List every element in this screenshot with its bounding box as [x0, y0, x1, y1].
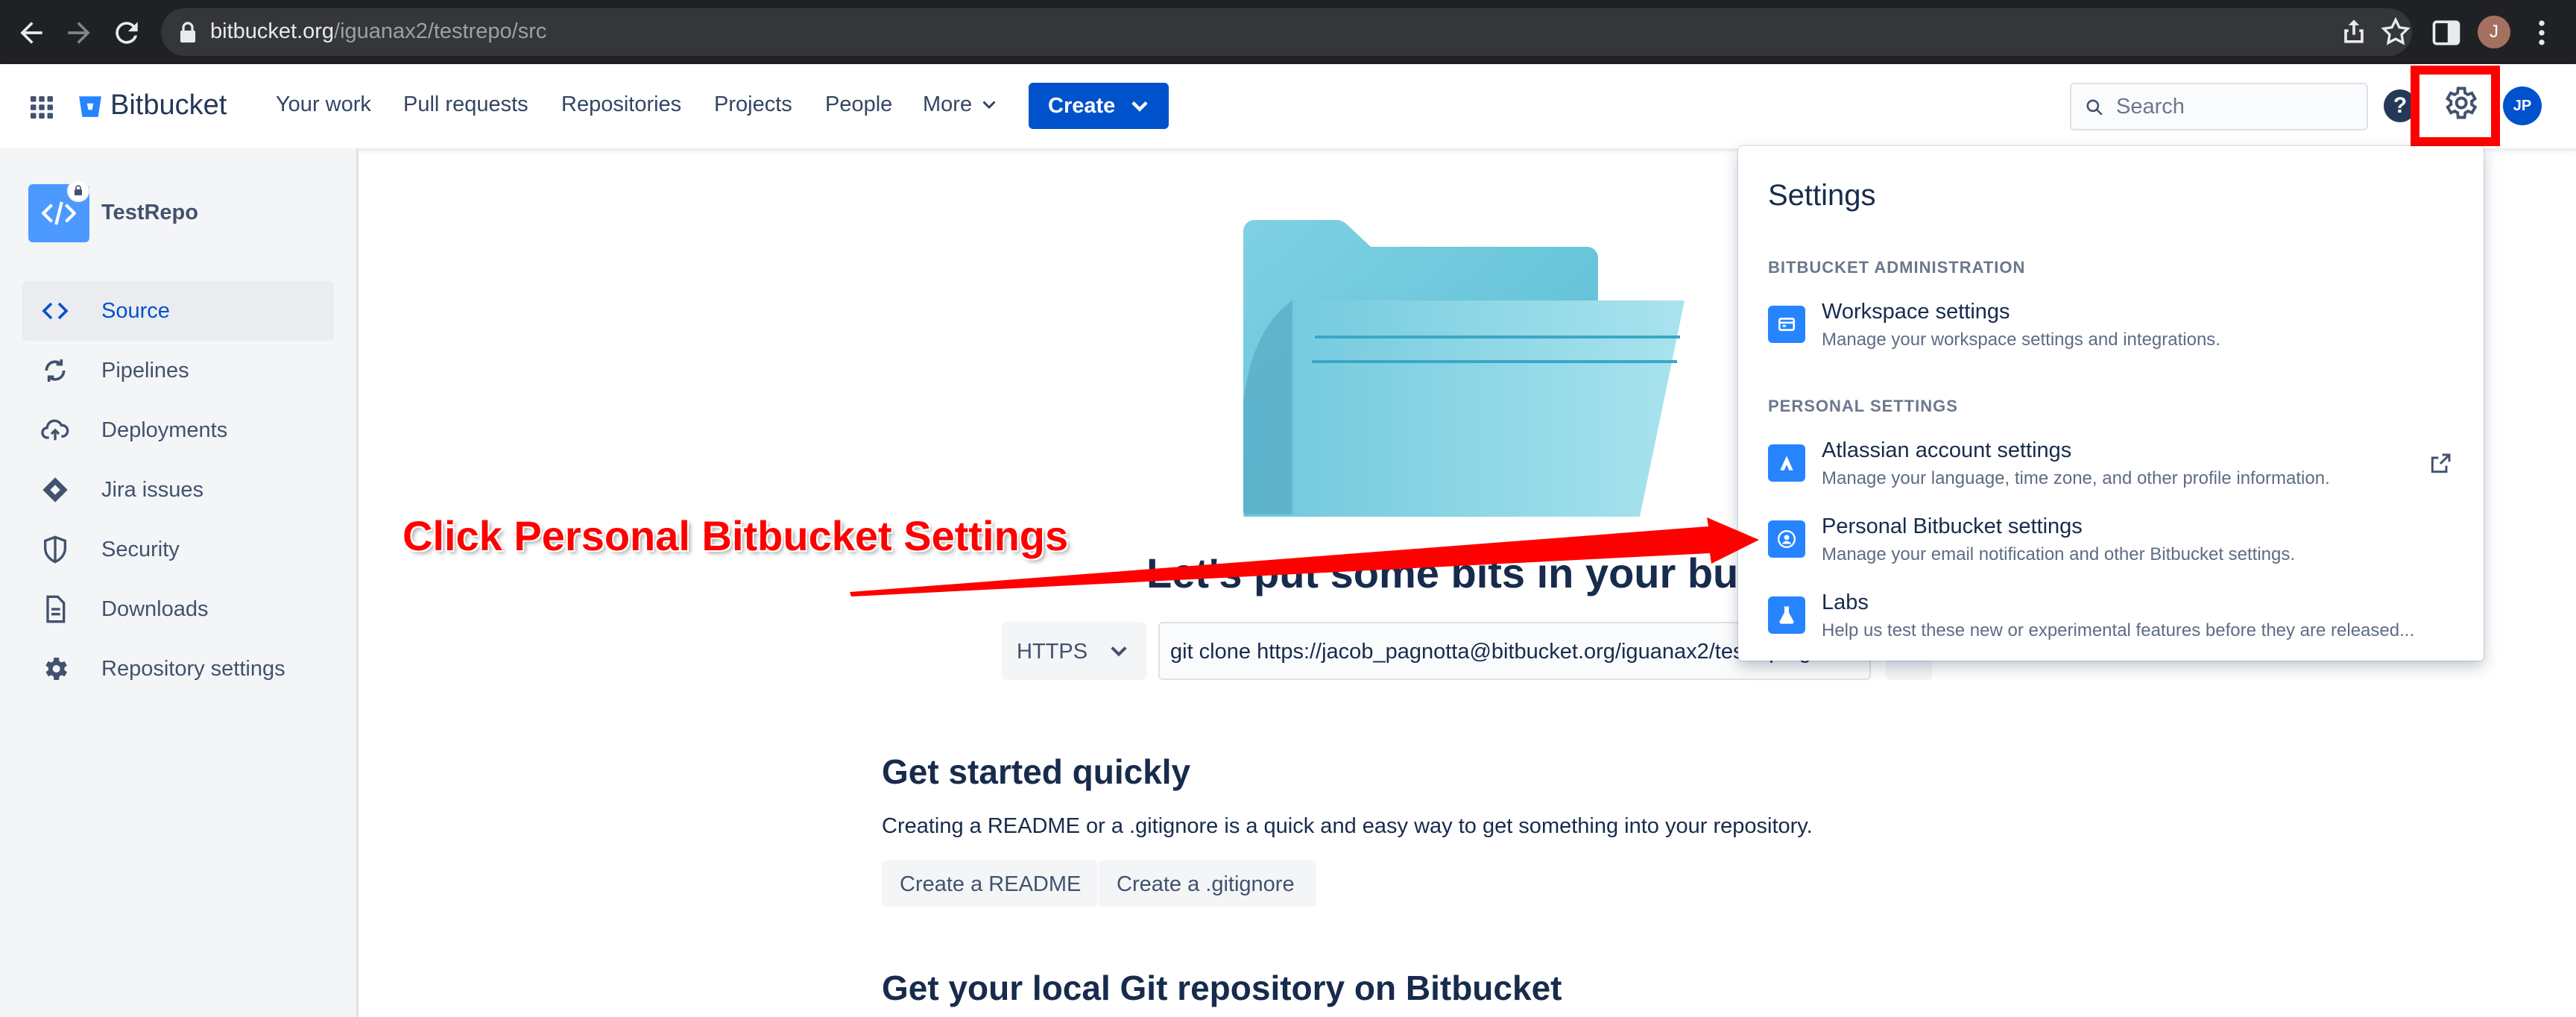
search-icon: [2086, 99, 2103, 116]
sidebar-item-repository-settings[interactable]: Repository settings: [22, 639, 334, 699]
sidebar-item-label: Repository settings: [101, 657, 285, 681]
cloud-upload-icon: [41, 419, 69, 441]
sidebar-item-label: Downloads: [101, 597, 209, 621]
menu-item-name: Personal Bitbucket settings: [1822, 514, 2083, 538]
lock-icon: [180, 22, 195, 42]
annotation-instruction: Click Personal Bitbucket Settings: [402, 512, 1069, 559]
nav-more[interactable]: More: [923, 92, 996, 117]
sidebar-item-pipelines[interactable]: Pipelines: [22, 341, 334, 400]
menu-item-description: Manage your workspace settings and integ…: [1822, 330, 2220, 350]
nav-repositories[interactable]: Repositories: [561, 92, 681, 117]
sidebar-item-label: Jira issues: [101, 478, 203, 502]
back-icon[interactable]: [15, 16, 48, 49]
search-box[interactable]: [2070, 83, 2368, 130]
nav-projects[interactable]: Projects: [714, 92, 792, 117]
menu-item-name: Labs: [1822, 591, 1869, 614]
brand-name[interactable]: Bitbucket: [110, 89, 227, 122]
private-lock-icon: [69, 181, 88, 201]
get-started-heading: Get started quickly: [882, 752, 1191, 791]
local-repo-heading: Get your local Git repository on Bitbuck…: [882, 969, 1562, 1007]
repo-name[interactable]: TestRepo: [101, 201, 198, 225]
create-button-label: Create: [1048, 94, 1116, 118]
menu-item-description: Help us test these new or experimental f…: [1822, 620, 2415, 640]
external-link-icon: [2431, 453, 2451, 473]
sidebar-item-label: Deployments: [101, 418, 228, 442]
menu-item-personal-bitbucket-settings[interactable]: Personal Bitbucket settings Manage your …: [1738, 506, 2484, 577]
chevron-down-icon: [982, 101, 996, 110]
browser-menu-icon[interactable]: [2525, 16, 2558, 49]
shield-icon: [44, 535, 66, 564]
nav-your-work[interactable]: Your work: [276, 92, 371, 117]
settings-highlight-box: [2411, 66, 2500, 146]
pipelines-icon: [45, 359, 66, 382]
create-gitignore-label: Create a .gitignore: [1117, 872, 1295, 896]
search-input[interactable]: [2115, 92, 2356, 122]
section-bitbucket-administration: BITBUCKET ADMINISTRATION: [1768, 258, 2026, 277]
code-icon: [42, 302, 69, 320]
create-readme-button[interactable]: Create a README: [882, 860, 1098, 907]
chevron-down-icon: [1111, 646, 1127, 657]
menu-item-name: Atlassian account settings: [1822, 438, 2072, 462]
browser-toolbar: bitbucket.org/iguanax2/testrepo/src J: [0, 0, 2576, 64]
protocol-select[interactable]: HTTPS: [1002, 622, 1146, 680]
user-avatar[interactable]: JP: [2503, 86, 2542, 125]
sidebar-item-label: Source: [101, 299, 170, 323]
nav-more-label: More: [923, 92, 973, 116]
menu-item-name: Workspace settings: [1822, 300, 2010, 324]
browser-profile-avatar[interactable]: J: [2478, 16, 2510, 48]
url-text: bitbucket.org/iguanax2/testrepo/src: [210, 19, 547, 43]
menu-item-description: Manage your email notification and other…: [1822, 544, 2296, 564]
settings-dropdown-title: Settings: [1768, 179, 1876, 212]
create-button[interactable]: Create: [1029, 83, 1169, 129]
flask-icon: [1768, 596, 1805, 634]
reload-icon[interactable]: [110, 16, 143, 49]
menu-item-labs[interactable]: Labs Help us test these new or experimen…: [1738, 582, 2484, 653]
person-icon: [1768, 520, 1805, 558]
empty-folder-illustration: [1243, 220, 1685, 517]
menu-item-description: Manage your language, time zone, and oth…: [1822, 468, 2330, 488]
settings-dropdown: Settings BITBUCKET ADMINISTRATION Worksp…: [1738, 146, 2484, 661]
create-readme-label: Create a README: [900, 872, 1082, 896]
get-started-text: Creating a README or a .gitignore is a q…: [882, 814, 1813, 838]
app-switcher-icon[interactable]: [28, 94, 55, 121]
top-navigation: Bitbucket Your work Pull requests Reposi…: [0, 64, 2576, 150]
sidebar-item-label: Pipelines: [101, 359, 189, 382]
create-gitignore-button[interactable]: Create a .gitignore: [1099, 860, 1316, 907]
atlassian-icon: [1768, 444, 1805, 482]
sidebar-item-source[interactable]: Source: [22, 281, 334, 341]
document-icon: [46, 595, 66, 623]
share-icon[interactable]: [2337, 16, 2370, 48]
chevron-down-icon: [1131, 101, 1148, 112]
sidebar-item-security[interactable]: Security: [22, 520, 334, 579]
sidebar-item-downloads[interactable]: Downloads: [22, 579, 334, 639]
workspace-icon: [1768, 306, 1805, 343]
menu-item-workspace-settings[interactable]: Workspace settings Manage your workspace…: [1738, 291, 2484, 362]
gear-icon: [45, 658, 67, 680]
address-bar[interactable]: bitbucket.org/iguanax2/testrepo/src: [161, 8, 2412, 56]
protocol-label: HTTPS: [1017, 640, 1088, 664]
sidebar-item-label: Security: [101, 538, 180, 561]
section-personal-settings: PERSONAL SETTINGS: [1768, 397, 1958, 415]
side-panel-icon[interactable]: [2430, 16, 2463, 49]
nav-people[interactable]: People: [825, 92, 892, 117]
code-brackets-icon: [42, 201, 76, 225]
forward-icon[interactable]: [63, 16, 95, 49]
repository-sidebar: TestRepo Source Pipelines Deployments Ji…: [0, 148, 359, 1017]
bookmark-star-icon[interactable]: [2379, 16, 2412, 48]
jira-icon: [42, 477, 68, 503]
sidebar-item-jira-issues[interactable]: Jira issues: [22, 460, 334, 520]
menu-item-atlassian-account-settings[interactable]: Atlassian account settings Manage your l…: [1738, 429, 2484, 501]
hero-title: Let's put some bits in your bucket: [1146, 550, 1822, 596]
bitbucket-logo-icon[interactable]: [78, 94, 103, 119]
nav-pull-requests[interactable]: Pull requests: [403, 92, 528, 117]
sidebar-item-deployments[interactable]: Deployments: [22, 400, 334, 460]
